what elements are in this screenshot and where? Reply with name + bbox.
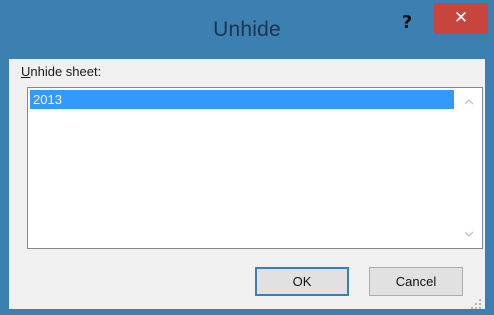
vertical-scrollbar[interactable] xyxy=(456,88,482,248)
close-button[interactable]: ✕ xyxy=(434,3,488,34)
cancel-button[interactable]: Cancel xyxy=(369,267,463,296)
label-text: nhide sheet: xyxy=(30,64,102,79)
label-access-key: U xyxy=(21,64,31,79)
ok-button[interactable]: OK xyxy=(255,267,349,296)
chevron-up-icon[interactable] xyxy=(456,92,482,112)
resize-grip-icon[interactable] xyxy=(471,296,481,309)
help-icon[interactable]: ? xyxy=(393,9,421,37)
unhide-sheet-label: Unhide sheet: xyxy=(21,64,101,79)
list-item[interactable]: 2013 xyxy=(30,90,454,109)
unhide-dialog: Unhide ? ✕ Unhide sheet: 2013 OK Cancel xyxy=(0,0,494,315)
close-icon: ✕ xyxy=(453,8,469,28)
chevron-down-icon[interactable] xyxy=(456,224,482,244)
sheet-listbox[interactable]: 2013 xyxy=(27,87,483,249)
title-bar[interactable]: Unhide ? ✕ xyxy=(1,1,493,59)
